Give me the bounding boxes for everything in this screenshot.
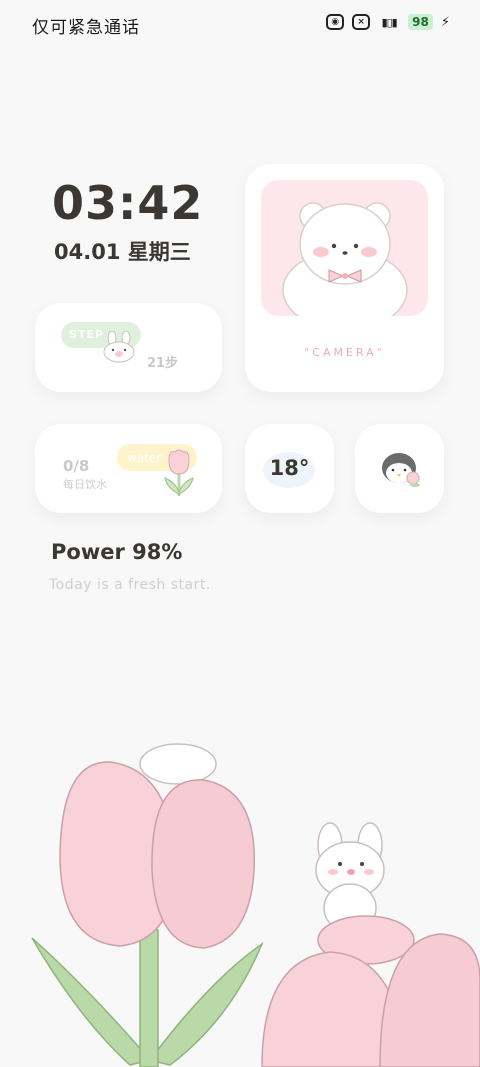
carrier-status-text: 仅可紧急通话: [32, 18, 140, 38]
water-widget[interactable]: 0/8 每日饮水 water: [35, 424, 222, 513]
camera-widget[interactable]: "CAMERA": [245, 164, 444, 392]
step-widget[interactable]: STEP 21步: [35, 303, 222, 392]
mute-icon: ×: [352, 14, 371, 30]
clock-time: 03:42: [52, 176, 204, 230]
tulip-icon: [164, 449, 194, 496]
tagline-text: Today is a fresh start.: [49, 577, 211, 593]
vibrate-icon: ▮▯▮: [381, 15, 398, 29]
charging-icon: ⚡: [440, 14, 450, 30]
nfc-icon: ◉: [326, 14, 345, 30]
water-count: 0/8: [63, 457, 90, 475]
battery-indicator: 98: [408, 14, 433, 30]
status-bar: 仅可紧急通话 ◉ × ▮▯▮ 98 ⚡: [0, 0, 480, 48]
penguin-widget[interactable]: [355, 424, 444, 513]
tulip-wallpaper: [0, 720, 480, 1067]
water-pill-label: water: [127, 451, 162, 465]
water-label: 每日饮水: [63, 478, 107, 491]
step-count: 21步: [147, 356, 179, 371]
weather-widget[interactable]: 18°: [245, 424, 334, 513]
camera-label: "CAMERA": [304, 346, 385, 359]
status-icons: ◉ × ▮▯▮ 98 ⚡: [326, 14, 450, 30]
bunny-icon: [103, 331, 135, 363]
step-pill-label: STEP: [69, 328, 105, 341]
bear-illustration: [261, 180, 428, 316]
weather-temperature: 18°: [269, 456, 310, 480]
clock-date: 04.01 星期三: [54, 240, 191, 264]
penguin-icon: [382, 453, 420, 487]
power-text: Power 98%: [51, 540, 183, 564]
